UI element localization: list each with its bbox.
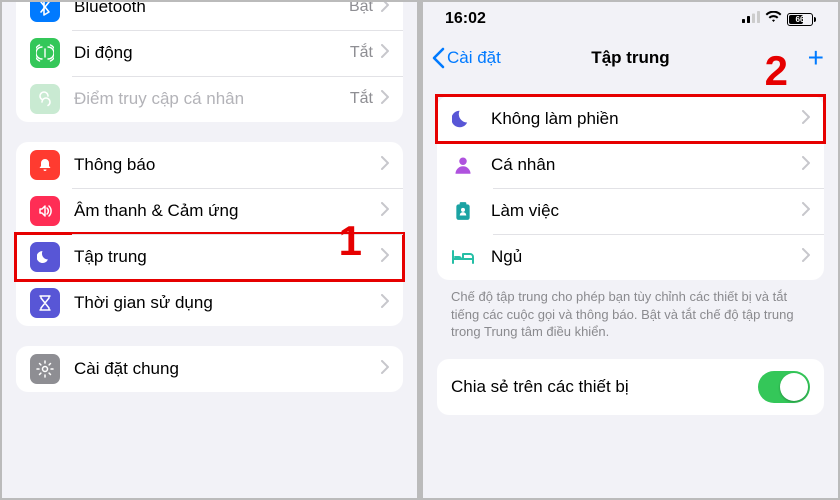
speaker-icon <box>30 196 60 226</box>
person-icon <box>451 153 475 177</box>
bed-icon <box>451 245 475 269</box>
row-label: Không làm phiền <box>491 109 802 129</box>
chevron-right-icon <box>802 156 810 175</box>
status-time: 16:02 <box>445 10 486 28</box>
row-label: Làm việc <box>491 201 802 221</box>
hotspot-icon <box>30 84 60 114</box>
row-label: Âm thanh & Cảm ứng <box>74 201 381 221</box>
toggle-switch[interactable] <box>758 371 810 403</box>
row-screentime[interactable]: Thời gian sử dụng <box>16 280 403 326</box>
toggle-label: Chia sẻ trên các thiết bị <box>451 377 629 397</box>
row-label: Cá nhân <box>491 155 802 175</box>
chevron-right-icon <box>802 248 810 267</box>
status-bar: 16:02 66 <box>423 2 838 36</box>
row-focus[interactable]: Tập trung <box>16 234 403 280</box>
row-personal[interactable]: Cá nhân <box>437 142 824 188</box>
row-label: Tập trung <box>74 247 381 267</box>
row-sounds[interactable]: Âm thanh & Cảm ứng <box>16 188 403 234</box>
chevron-right-icon <box>381 248 389 267</box>
chevron-right-icon <box>381 156 389 175</box>
badge-icon <box>451 199 475 223</box>
back-button[interactable]: Cài đặt <box>431 47 501 69</box>
group-connectivity: Bluetooth Bật Di động Tắt <box>16 0 403 122</box>
chevron-right-icon <box>381 0 389 17</box>
cellular-icon <box>30 38 60 68</box>
group-general: Cài đặt chung <box>16 346 403 392</box>
phone-right: 16:02 66 Cài đặt Tập trung + Không <box>419 0 840 500</box>
nav-title: Tập trung <box>591 48 669 68</box>
bluetooth-icon <box>30 0 60 22</box>
chevron-right-icon <box>802 110 810 129</box>
group-alerts: Thông báo Âm thanh & Cảm ứng Tập trung <box>16 142 403 326</box>
row-value: Bật <box>349 0 373 16</box>
row-label: Bluetooth <box>74 0 349 17</box>
row-bluetooth[interactable]: Bluetooth Bật <box>16 0 403 30</box>
row-hotspot[interactable]: Điểm truy cập cá nhân Tắt <box>16 76 403 122</box>
chevron-right-icon <box>381 360 389 379</box>
row-sleep[interactable]: Ngủ <box>437 234 824 280</box>
bell-icon <box>30 150 60 180</box>
group-focus-modes: Không làm phiền Cá nhân Làm việc <box>437 96 824 280</box>
battery-icon: 66 <box>787 13 816 26</box>
chevron-right-icon <box>381 90 389 109</box>
row-label: Điểm truy cập cá nhân <box>74 89 350 109</box>
chevron-right-icon <box>381 44 389 63</box>
row-label: Ngủ <box>491 247 802 267</box>
row-label: Thời gian sử dụng <box>74 293 381 313</box>
hourglass-icon <box>30 288 60 318</box>
wifi-icon <box>765 10 782 28</box>
back-label: Cài đặt <box>447 48 501 68</box>
row-notifications[interactable]: Thông báo <box>16 142 403 188</box>
row-value: Tắt <box>350 44 373 62</box>
gear-icon <box>30 354 60 384</box>
row-label: Cài đặt chung <box>74 359 381 379</box>
add-button[interactable]: + <box>808 48 824 68</box>
chevron-right-icon <box>381 202 389 221</box>
row-label: Di động <box>74 43 350 63</box>
row-share-across-devices[interactable]: Chia sẻ trên các thiết bị <box>437 359 824 415</box>
row-work[interactable]: Làm việc <box>437 188 824 234</box>
phone-left: Bluetooth Bật Di động Tắt <box>0 0 419 500</box>
chevron-right-icon <box>802 202 810 221</box>
row-value: Tắt <box>350 90 373 108</box>
signal-icon <box>742 10 760 28</box>
focus-description: Chế độ tập trung cho phép bạn tùy chỉnh … <box>423 280 838 341</box>
nav-bar: Cài đặt Tập trung + <box>423 36 838 80</box>
row-general[interactable]: Cài đặt chung <box>16 346 403 392</box>
chevron-right-icon <box>381 294 389 313</box>
row-label: Thông báo <box>74 155 381 175</box>
row-cellular[interactable]: Di động Tắt <box>16 30 403 76</box>
moon-icon <box>451 107 475 131</box>
settings-list: Bluetooth Bật Di động Tắt <box>2 0 417 392</box>
row-dnd[interactable]: Không làm phiền <box>437 96 824 142</box>
moon-icon <box>30 242 60 272</box>
